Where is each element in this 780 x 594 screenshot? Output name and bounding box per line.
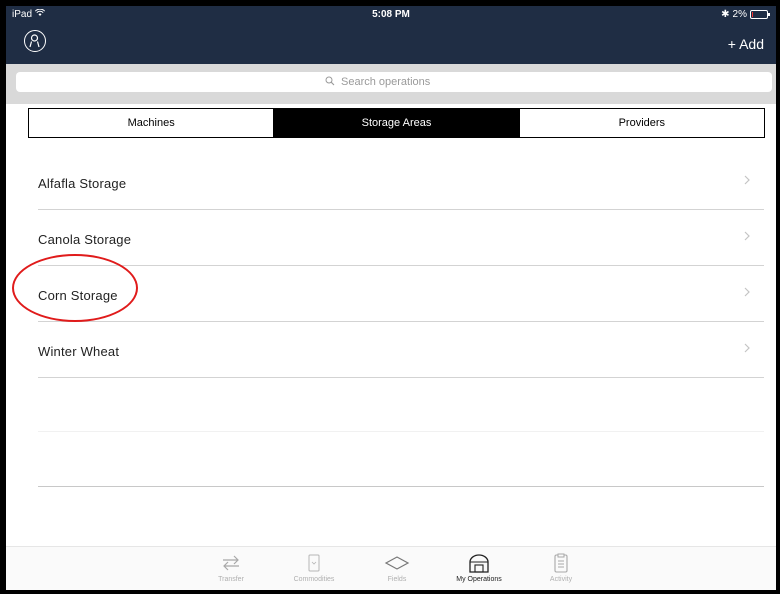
chevron-right-icon xyxy=(740,285,754,299)
transfer-arrows-icon xyxy=(196,553,266,573)
tab-label: My Operations xyxy=(456,576,502,583)
tab-bar: Transfer Commodities Fields My Operation… xyxy=(6,546,776,590)
tab-activity[interactable]: Activity xyxy=(526,547,596,590)
app-screen: iPad 5:08 PM ✱ 2% + Add Mach xyxy=(6,6,776,590)
list-item-label: Alfafla Storage xyxy=(38,176,127,191)
tab-fields[interactable]: Fields xyxy=(362,547,432,590)
segment-storage-areas[interactable]: Storage Areas xyxy=(274,109,520,137)
commodities-icon xyxy=(279,553,349,573)
chevron-right-icon xyxy=(740,229,754,243)
tab-commodities[interactable]: Commodities xyxy=(279,547,349,590)
tab-label: Fields xyxy=(387,576,407,583)
chevron-right-icon xyxy=(740,341,754,355)
field-diamond-icon xyxy=(362,553,432,573)
status-time: 5:08 PM xyxy=(372,9,410,20)
list-item-label: Canola Storage xyxy=(38,232,132,247)
barn-icon xyxy=(444,553,514,573)
add-button[interactable]: + Add xyxy=(728,36,764,52)
tab-transfer[interactable]: Transfer xyxy=(196,547,266,590)
search-icon xyxy=(325,76,335,89)
tab-label: Commodities xyxy=(293,576,335,583)
battery-icon xyxy=(750,10,770,19)
clipboard-icon xyxy=(526,553,596,573)
tab-label: Activity xyxy=(549,576,573,583)
divider xyxy=(38,377,764,378)
list-item[interactable]: Corn Storage xyxy=(6,266,776,322)
search-field[interactable] xyxy=(16,72,772,92)
list-item[interactable]: Alfafla Storage xyxy=(6,154,776,210)
divider xyxy=(38,431,764,432)
segment-providers[interactable]: Providers xyxy=(520,109,764,137)
status-right: ✱ 2% xyxy=(721,9,770,20)
divider xyxy=(38,486,764,487)
search-bar xyxy=(6,64,776,104)
profile-icon[interactable] xyxy=(24,30,46,52)
list-item[interactable]: Winter Wheat xyxy=(6,322,776,378)
list-item-label: Winter Wheat xyxy=(38,344,120,359)
segmented-control: Machines Storage Areas Providers xyxy=(28,108,765,138)
battery-percent: 2% xyxy=(732,9,747,20)
tab-label: Transfer xyxy=(218,576,244,583)
segment-machines[interactable]: Machines xyxy=(29,109,275,137)
top-bar: iPad 5:08 PM ✱ 2% + Add xyxy=(6,6,776,64)
list-item-label: Corn Storage xyxy=(38,288,118,303)
tab-my-operations[interactable]: My Operations xyxy=(444,547,514,590)
storage-list: Alfafla Storage Canola Storage Corn Stor… xyxy=(6,154,776,378)
search-input[interactable] xyxy=(339,75,463,89)
chevron-right-icon xyxy=(740,173,754,187)
bluetooth-icon: ✱ xyxy=(721,9,730,20)
list-item[interactable]: Canola Storage xyxy=(6,210,776,266)
